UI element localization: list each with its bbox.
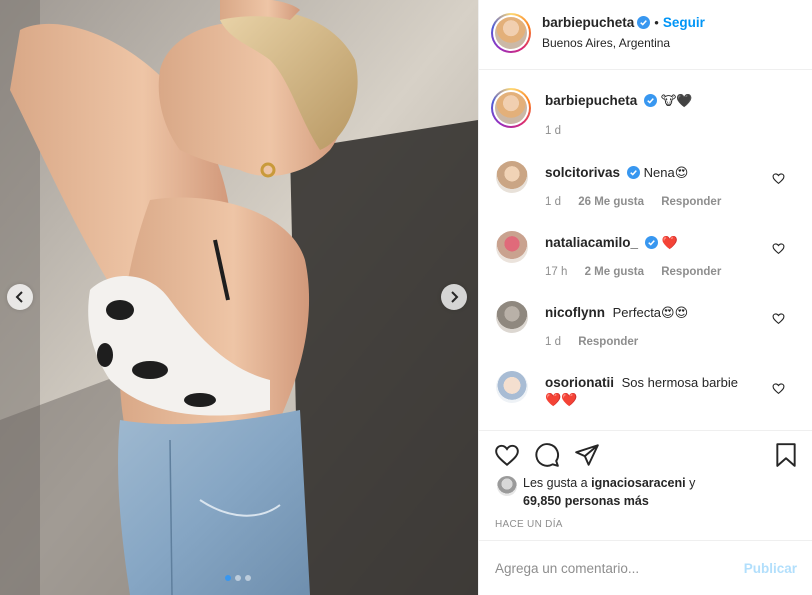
publish-button[interactable]: Publicar (744, 561, 797, 576)
comment-likes[interactable]: 2 Me gusta (585, 266, 644, 278)
caption-time: 1 d (545, 125, 561, 137)
likes-suffix: y (689, 476, 696, 490)
comment-avatar[interactable] (496, 301, 528, 333)
verified-badge-icon (627, 166, 641, 179)
reply-button[interactable]: Responder (661, 266, 721, 278)
carousel-indicator (225, 575, 251, 581)
comment-text-line-2: ❤️❤️ (545, 392, 578, 407)
heart-icon[interactable] (772, 382, 785, 395)
comment-text: Sos hermosa barbie (621, 375, 738, 390)
heart-icon[interactable] (772, 172, 785, 185)
comment-avatar[interactable] (496, 231, 528, 263)
post-location[interactable]: Buenos Aires, Argentina (542, 36, 670, 50)
caption-username[interactable]: barbiepucheta (545, 93, 637, 108)
comment-text: ❤️ (661, 235, 678, 250)
likes-count[interactable]: 69,850 personas más (523, 494, 649, 508)
comment-time: 1 d (545, 196, 561, 208)
bookmark-icon[interactable] (773, 442, 799, 468)
reply-button[interactable]: Responder (578, 336, 638, 348)
likes-prefix: Les gusta a (523, 476, 588, 490)
post-photo (0, 0, 478, 595)
likes-summary: Les gusta a ignaciosaraceni y 69,850 per… (523, 474, 695, 510)
follow-button[interactable]: Seguir (663, 15, 705, 30)
carousel-dot (245, 575, 251, 581)
heart-icon[interactable] (494, 442, 520, 468)
post-header: barbiepucheta • Seguir Buenos Aires, Arg… (479, 0, 812, 70)
verified-badge-icon (644, 94, 658, 107)
post-media[interactable] (0, 0, 478, 595)
comment-username[interactable]: osorionatii (545, 375, 614, 390)
header-separator: • (654, 15, 659, 30)
comment-icon[interactable] (534, 442, 560, 468)
heart-icon[interactable] (772, 242, 785, 255)
comment-time: 1 d (545, 336, 561, 348)
verified-badge-icon (637, 16, 651, 29)
comment-input[interactable] (495, 557, 735, 579)
caption-text: 🐮🖤 (660, 93, 693, 108)
comments-list[interactable]: barbiepucheta 🐮🖤 1 d solcitorivas Nena😍 … (479, 70, 812, 430)
comment-username[interactable]: nataliacamilo_ (545, 235, 638, 250)
comment-username[interactable]: solcitorivas (545, 165, 620, 180)
carousel-dot (225, 575, 231, 581)
carousel-dot (235, 575, 241, 581)
reply-button[interactable]: Responder (661, 196, 721, 208)
comment-text: Perfecta😍😍 (612, 305, 689, 320)
carousel-next-button[interactable] (441, 284, 467, 310)
liker-avatar[interactable] (497, 476, 517, 496)
comment-text: Nena😍 (643, 165, 689, 180)
liker-username[interactable]: ignaciosaraceni (591, 476, 686, 490)
caption-avatar[interactable] (491, 88, 531, 128)
chevron-left-icon (15, 291, 23, 303)
comment-username[interactable]: nicoflynn (545, 305, 605, 320)
author-username[interactable]: barbiepucheta (542, 15, 634, 30)
carousel-prev-button[interactable] (7, 284, 33, 310)
post-side-panel: barbiepucheta • Seguir Buenos Aires, Arg… (478, 0, 812, 595)
author-avatar[interactable] (491, 13, 531, 53)
share-icon[interactable] (574, 442, 600, 468)
comment-avatar[interactable] (496, 161, 528, 193)
verified-badge-icon (645, 236, 659, 249)
heart-icon[interactable] (772, 312, 785, 325)
chevron-right-icon (451, 291, 459, 303)
comment-time: 17 h (545, 266, 568, 278)
comment-avatar[interactable] (496, 371, 528, 403)
post-timestamp[interactable]: HACE UN DÍA (495, 519, 563, 530)
add-comment-bar: Publicar (479, 540, 812, 595)
comment-likes[interactable]: 26 Me gusta (578, 196, 644, 208)
